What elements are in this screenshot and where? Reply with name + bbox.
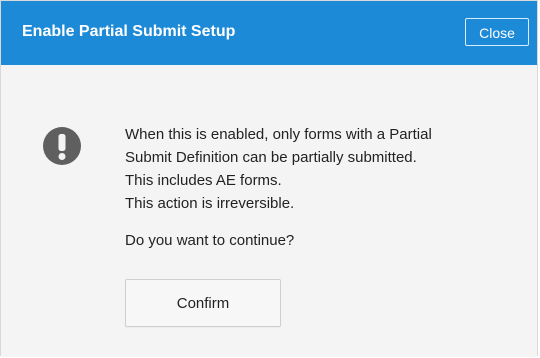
warning-message: When this is enabled, only forms with a … — [125, 123, 525, 215]
warning-message-line: This action is irreversible. — [125, 195, 295, 212]
exclamation-icon — [43, 127, 81, 165]
dialog-title: Enable Partial Submit Setup — [22, 23, 236, 40]
dialog-header: Enable Partial Submit Setup Close — [1, 1, 537, 65]
warning-message-line: Submit Definition can be partially submi… — [125, 149, 417, 166]
partial-submit-dialog: Enable Partial Submit Setup Close When t… — [0, 0, 538, 357]
confirmation-question: Do you want to continue? — [125, 232, 295, 249]
warning-message-line: When this is enabled, only forms with a … — [125, 126, 432, 143]
warning-message-line: This includes AE forms. — [125, 172, 282, 189]
close-button[interactable]: Close — [465, 18, 529, 46]
dialog-body: When this is enabled, only forms with a … — [1, 65, 537, 357]
confirm-button[interactable]: Confirm — [125, 279, 281, 327]
